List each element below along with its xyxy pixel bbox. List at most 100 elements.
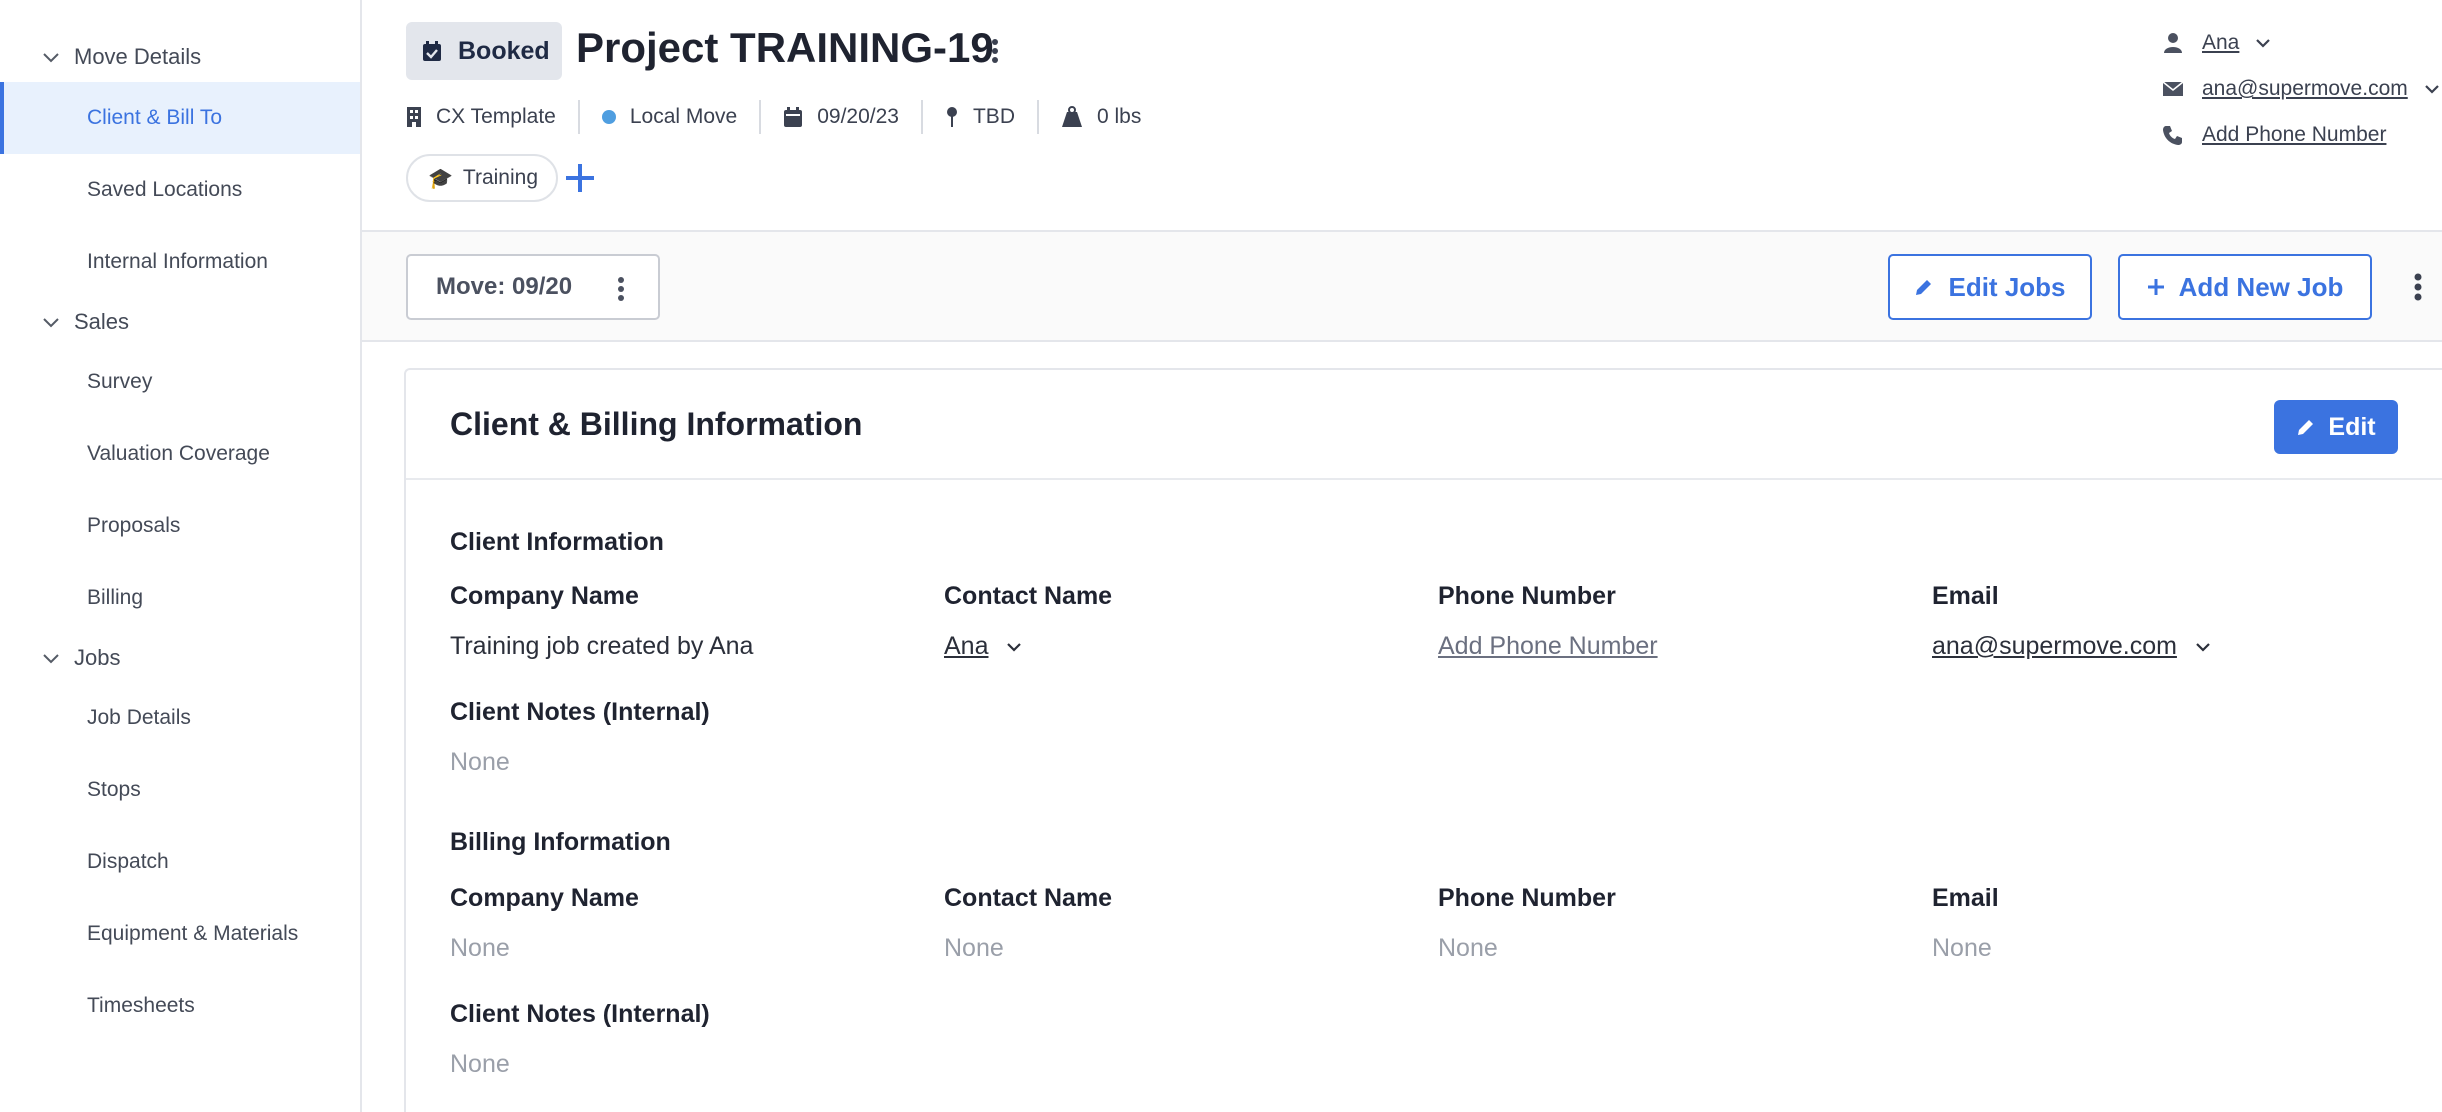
billing-phone-label: Phone Number — [1438, 884, 1616, 912]
phone-icon — [2163, 126, 2182, 145]
calendar-check-icon — [423, 41, 441, 61]
meta-template: CX Template — [406, 100, 578, 134]
sidebar-item-stops[interactable]: Stops — [0, 754, 360, 826]
chevron-down-icon[interactable] — [2422, 79, 2442, 99]
tag-label: Training — [462, 166, 538, 189]
client-phone-value: Add Phone Number — [1438, 632, 1658, 661]
building-icon — [407, 107, 421, 127]
more-options-icon[interactable] — [2412, 272, 2424, 302]
client-company-text: Training job created by Ana — [450, 632, 754, 660]
meta-date-label: 09/20/23 — [817, 105, 899, 128]
sidebar-item-label: Billing — [87, 586, 144, 609]
contact-phone-row: Add Phone Number — [2162, 112, 2442, 158]
sidebar-group-move-details[interactable]: Move Details — [0, 32, 360, 82]
client-add-phone-link[interactable]: Add Phone Number — [1438, 632, 1658, 661]
meta-weight: 0 lbs — [1036, 100, 1163, 134]
meta-date: 09/20/23 — [759, 100, 921, 134]
client-company-value: Training job created by Ana — [450, 632, 753, 661]
sidebar-item-timesheets[interactable]: Timesheets — [0, 970, 360, 1042]
add-new-job-label: Add New Job — [2178, 271, 2344, 302]
edit-jobs-button[interactable]: Edit Jobs — [1888, 254, 2092, 320]
client-notes-label: Client Notes (Internal) — [450, 698, 710, 726]
billing-phone-value: None — [1438, 934, 1498, 963]
billing-contact-value: None — [944, 934, 1004, 963]
project-header: Booked Project TRAINING-19 CX Template L… — [362, 0, 2442, 232]
edit-label: Edit — [2328, 412, 2376, 441]
sidebar-item-label: Equipment & Materials — [87, 922, 299, 945]
sidebar-item-billing[interactable]: Billing — [0, 562, 360, 634]
billing-contact-text: None — [944, 934, 1004, 962]
sidebar-item-saved-locations[interactable]: Saved Locations — [0, 154, 360, 226]
billing-email-label: Email — [1932, 884, 1999, 912]
map-pin-icon — [946, 107, 957, 127]
chevron-down-icon — [43, 318, 59, 328]
billing-information-title: Billing Information — [450, 828, 671, 856]
page-title: Project TRAINING-19 — [576, 24, 994, 71]
app: Move Details Client & Bill To Saved Loca… — [0, 0, 2442, 1112]
status-label: Booked — [458, 36, 550, 65]
sidebar-item-survey[interactable]: Survey — [0, 346, 360, 418]
client-billing-card: Client & Billing Information Edit Client… — [404, 368, 2442, 1112]
sidebar: Move Details Client & Bill To Saved Loca… — [0, 0, 362, 1112]
more-options-icon[interactable] — [988, 36, 1002, 66]
billing-email-text: None — [1932, 934, 1992, 962]
client-contact-label: Contact Name — [944, 582, 1113, 610]
card-title: Client & Billing Information — [450, 406, 863, 442]
contact-email-link[interactable]: ana@supermove.com — [2202, 77, 2408, 101]
contact-name-link[interactable]: Ana — [2202, 31, 2239, 55]
sidebar-item-label: Client & Bill To — [87, 106, 223, 129]
sidebar-item-proposals[interactable]: Proposals — [0, 490, 360, 562]
chevron-down-icon[interactable] — [2193, 637, 2213, 657]
sidebar-item-label: Internal Information — [87, 250, 268, 273]
more-options-icon[interactable] — [616, 276, 626, 302]
sidebar-group-sales[interactable]: Sales — [0, 298, 360, 346]
training-tag[interactable]: 🎓 Training — [406, 154, 558, 202]
client-email-value: ana@supermove.com — [1932, 632, 2213, 661]
project-meta: CX Template Local Move 09/20/23 TBD 0 lb… — [406, 100, 1163, 134]
sidebar-group-label: Jobs — [74, 645, 121, 670]
sidebar-item-valuation-coverage[interactable]: Valuation Coverage — [0, 418, 360, 490]
graduation-cap-icon: 🎓 — [428, 167, 453, 190]
billing-email-value: None — [1932, 934, 1992, 963]
client-email-link[interactable]: ana@supermove.com — [1932, 632, 2177, 661]
meta-move-type-label: Local Move — [629, 105, 738, 128]
move-type-dot-icon — [601, 110, 616, 124]
client-company-label: Company Name — [450, 582, 639, 610]
chevron-down-icon[interactable] — [2253, 33, 2273, 53]
sidebar-item-label: Job Details — [87, 706, 191, 729]
sidebar-item-equipment-materials[interactable]: Equipment & Materials — [0, 898, 360, 970]
sidebar-group-label: Sales — [74, 309, 130, 334]
add-phone-number-link[interactable]: Add Phone Number — [2202, 123, 2386, 147]
client-notes-value: None — [450, 748, 510, 777]
sidebar-item-internal-information[interactable]: Internal Information — [0, 226, 360, 298]
meta-location: TBD — [920, 100, 1037, 134]
billing-notes-text: None — [450, 1050, 510, 1078]
job-bar: Move: 09/20 Edit Jobs Add New Job — [362, 232, 2442, 342]
sidebar-item-client-bill-to[interactable]: Client & Bill To — [0, 82, 360, 154]
sidebar-item-label: Stops — [87, 778, 141, 801]
plus-icon — [2147, 279, 2164, 295]
pencil-icon — [1916, 280, 1932, 295]
status-badge[interactable]: Booked — [406, 22, 562, 80]
card-header: Client & Billing Information Edit — [406, 370, 2442, 480]
chevron-down-icon[interactable] — [1004, 637, 1024, 657]
sidebar-item-dispatch[interactable]: Dispatch — [0, 826, 360, 898]
billing-notes-value: None — [450, 1050, 510, 1079]
client-contact-link[interactable]: Ana — [944, 632, 988, 661]
add-new-job-button[interactable]: Add New Job — [2118, 254, 2372, 320]
sidebar-item-label: Saved Locations — [87, 178, 243, 201]
meta-weight-label: 0 lbs — [1096, 105, 1142, 128]
move-selector-button[interactable]: Move: 09/20 — [406, 254, 660, 320]
client-phone-label: Phone Number — [1438, 582, 1616, 610]
add-tag-plus-icon[interactable] — [562, 160, 598, 196]
sidebar-item-job-details[interactable]: Job Details — [0, 682, 360, 754]
billing-company-value: None — [450, 934, 510, 963]
meta-location-label: TBD — [972, 105, 1015, 128]
contact-panel: Ana ana@supermove.com Add Phone Number — [2162, 20, 2442, 158]
billing-phone-text: None — [1438, 934, 1498, 962]
edit-jobs-label: Edit Jobs — [1948, 271, 2066, 302]
sidebar-group-jobs[interactable]: Jobs — [0, 634, 360, 682]
sidebar-group-label: Move Details — [74, 44, 202, 69]
edit-button[interactable]: Edit — [2274, 400, 2398, 454]
contact-name-row: Ana — [2162, 20, 2442, 66]
